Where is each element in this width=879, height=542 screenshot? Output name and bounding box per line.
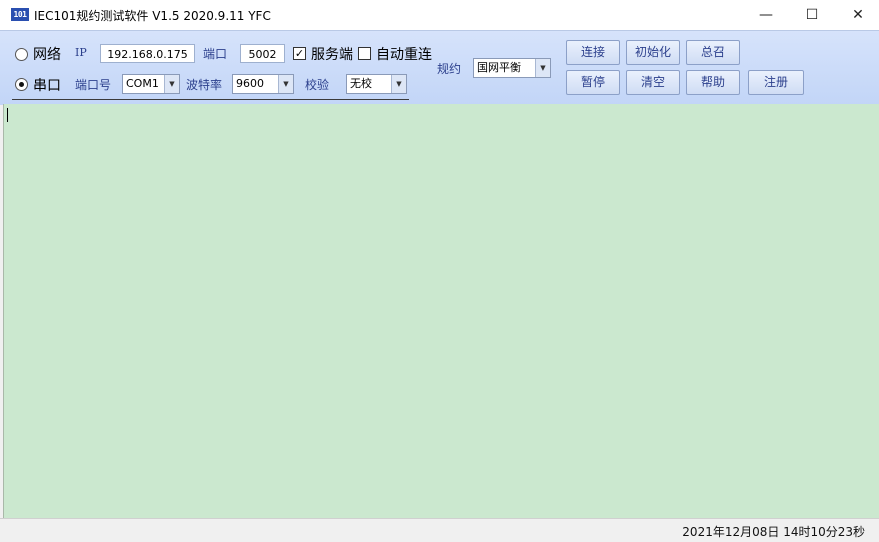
baud-label: 波特率	[186, 78, 223, 92]
status-datetime: 2021年12月08日 14时10分23秒	[682, 525, 865, 539]
chevron-down-icon[interactable]: ▼	[535, 59, 550, 77]
maximize-button[interactable]: ☐	[789, 0, 835, 30]
ip-input[interactable]: 192.168.0.175	[100, 44, 195, 63]
server-checkbox[interactable]: ✓	[293, 47, 306, 60]
network-radio[interactable]	[15, 48, 28, 61]
clear-button[interactable]: 清空	[626, 70, 680, 95]
parity-value: 无校	[350, 77, 372, 90]
baud-select[interactable]: 9600 ▼	[232, 74, 294, 94]
reconnect-checkbox[interactable]	[358, 47, 371, 60]
chevron-down-icon[interactable]: ▼	[164, 75, 179, 93]
baud-value: 9600	[236, 77, 264, 90]
serial-radio[interactable]	[15, 78, 28, 91]
com-value: COM1	[126, 77, 159, 90]
app-icon: 101	[11, 8, 29, 21]
port-label: 端口	[203, 47, 228, 61]
chevron-down-icon[interactable]: ▼	[278, 75, 293, 93]
network-label: 网络	[33, 47, 61, 63]
port-input[interactable]: 5002	[240, 44, 285, 63]
server-label: 服务端	[311, 47, 353, 63]
register-button[interactable]: 注册	[748, 70, 804, 95]
ip-label: IP	[75, 46, 87, 59]
settings-panel: 网络 IP 192.168.0.175 端口 5002 ✓ 服务端 自动重连 串…	[0, 30, 879, 105]
window-title: IEC101规约测试软件 V1.5 2020.9.11 YFC	[34, 9, 271, 23]
connect-button[interactable]: 连接	[566, 40, 620, 65]
serial-label: 串口	[33, 78, 61, 94]
pause-button[interactable]: 暂停	[566, 70, 620, 95]
com-select[interactable]: COM1 ▼	[122, 74, 180, 94]
protocol-value: 国网平衡	[477, 61, 521, 74]
row-separator	[12, 99, 409, 100]
reconnect-label: 自动重连	[376, 47, 432, 63]
parity-select[interactable]: 无校 ▼	[346, 74, 407, 94]
com-label: 端口号	[75, 78, 112, 92]
protocol-select[interactable]: 国网平衡 ▼	[473, 58, 551, 78]
help-button[interactable]: 帮助	[686, 70, 740, 95]
text-caret	[7, 108, 8, 122]
close-button[interactable]: ✕	[835, 0, 879, 30]
title-bar: 101 IEC101规约测试软件 V1.5 2020.9.11 YFC — ☐ …	[0, 0, 879, 30]
chevron-down-icon[interactable]: ▼	[391, 75, 406, 93]
minimize-button[interactable]: —	[743, 0, 789, 30]
protocol-label: 规约	[437, 62, 462, 76]
log-textarea[interactable]	[3, 104, 879, 518]
general-call-button[interactable]: 总召	[686, 40, 740, 65]
status-bar: 2021年12月08日 14时10分23秒	[0, 518, 879, 542]
radio-selected-dot	[19, 82, 24, 87]
parity-label: 校验	[305, 78, 330, 92]
init-button[interactable]: 初始化	[626, 40, 680, 65]
